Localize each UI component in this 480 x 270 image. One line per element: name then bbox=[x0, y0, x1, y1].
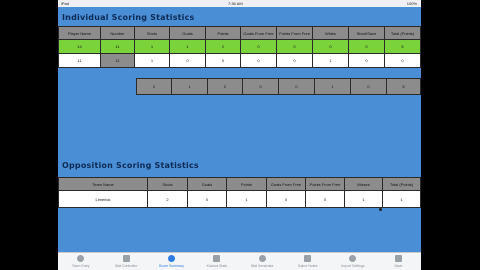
total-cell: 0 bbox=[242, 78, 279, 95]
tab-label: Score Summary bbox=[158, 264, 184, 268]
opposition-stats-table: Team Name Shots Goals Points Goals From Free… bbox=[58, 177, 421, 208]
column-header: Points bbox=[226, 177, 267, 191]
table-cell: 0 bbox=[312, 39, 349, 54]
table-cell: 0 bbox=[348, 53, 385, 68]
table-cell: 14 bbox=[58, 39, 101, 54]
column-header: Points bbox=[205, 26, 241, 40]
column-header: Wides bbox=[312, 26, 349, 40]
tab-label: Team Entry bbox=[71, 264, 90, 268]
table-row[interactable]: Limerick 2 0 1 0 0 1 1 bbox=[58, 190, 421, 208]
individual-stats-table: Player Name Number Shots Goals Points Goals F… bbox=[58, 26, 421, 68]
column-header: Player Name bbox=[58, 26, 101, 40]
controller-icon bbox=[122, 255, 130, 262]
table-cell: 0 bbox=[187, 190, 227, 208]
table-cell: 5 bbox=[384, 39, 421, 54]
table-row[interactable]: 11 11 1 0 0 0 0 1 0 0 bbox=[58, 53, 421, 68]
table-row[interactable]: 14 11 1 1 2 0 0 0 0 5 bbox=[58, 39, 421, 54]
table-cell: 1 bbox=[134, 39, 170, 54]
column-header: Total (Points) bbox=[382, 177, 421, 191]
column-header: Misses bbox=[344, 177, 383, 191]
touch-indicator bbox=[379, 208, 382, 211]
tab-label: Kickout Stats bbox=[206, 264, 228, 268]
column-header: Number bbox=[100, 26, 135, 40]
generator-icon bbox=[258, 255, 266, 262]
column-header: Shots bbox=[134, 26, 170, 40]
table-cell: 0 bbox=[305, 190, 345, 208]
tab-game-notes[interactable]: Game Notes bbox=[285, 253, 330, 270]
tab-team-entry[interactable]: Team Entry bbox=[58, 253, 103, 270]
column-header: Total (Points) bbox=[384, 26, 421, 40]
table-cell: 0 bbox=[169, 53, 206, 68]
table-cell: 0 bbox=[348, 39, 385, 54]
table-cell: 2 bbox=[205, 39, 241, 54]
total-cell: 0 bbox=[350, 78, 387, 95]
column-header: Short/Save bbox=[348, 26, 385, 40]
table-cell: 1 bbox=[312, 53, 349, 68]
table-cell: 1 bbox=[344, 190, 383, 208]
table-cell: 0 bbox=[240, 53, 277, 68]
tab-stat-controller[interactable]: Stat Controller bbox=[103, 253, 148, 270]
total-cell: 1 bbox=[171, 78, 208, 95]
tab-label: Save bbox=[394, 264, 403, 268]
tab-score-summary[interactable]: Score Summary bbox=[149, 253, 194, 270]
column-header: Shots bbox=[147, 177, 188, 191]
table-cell: 11 bbox=[58, 53, 101, 68]
device-label: iPad bbox=[61, 1, 70, 6]
total-cell: 0 bbox=[278, 78, 315, 95]
table-cell: Limerick bbox=[58, 190, 148, 208]
individual-stats-title: Individual Scoring Statistics bbox=[62, 13, 195, 22]
tab-label: Stat Controller bbox=[114, 264, 138, 268]
table-cell: 0 bbox=[384, 53, 421, 68]
table-cell: 11 bbox=[100, 53, 135, 68]
column-header: Goals bbox=[187, 177, 227, 191]
total-cell: 5 bbox=[386, 78, 421, 95]
column-header: Goals From Free bbox=[266, 177, 306, 191]
tab-bar: Team Entry Stat Controller Score Summary Ki… bbox=[58, 252, 421, 270]
save-icon bbox=[394, 255, 402, 262]
settings-icon bbox=[349, 255, 357, 262]
ipad-screen: iPad 7:36 AM 100% Individual Scoring Sta… bbox=[58, 0, 421, 270]
total-cell: 2 bbox=[207, 78, 243, 95]
table-cell: 0 bbox=[266, 190, 306, 208]
column-header: Points From Free bbox=[305, 177, 345, 191]
tab-stat-generator[interactable]: Stat Generator bbox=[240, 253, 285, 270]
table-cell: 1 bbox=[169, 39, 206, 54]
table-cell: 0 bbox=[205, 53, 241, 68]
clock: 7:36 AM bbox=[228, 1, 243, 6]
status-bar: iPad 7:36 AM 100% bbox=[58, 0, 421, 7]
table-cell: 0 bbox=[276, 53, 313, 68]
column-header: Team Name bbox=[58, 177, 148, 191]
total-cell: 1 bbox=[314, 78, 351, 95]
table-cell: 0 bbox=[276, 39, 313, 54]
tab-import-settings[interactable]: Import Settings bbox=[330, 253, 375, 270]
tab-label: Stat Generator bbox=[250, 264, 274, 268]
column-header: Goals bbox=[169, 26, 206, 40]
team-icon bbox=[77, 255, 85, 262]
opposition-stats-title: Opposition Scoring Statistics bbox=[62, 161, 199, 170]
tab-label: Game Notes bbox=[297, 264, 318, 268]
tab-save[interactable]: Save bbox=[376, 253, 421, 270]
individual-totals-table: 21200105 bbox=[136, 78, 421, 95]
totals-row: 21200105 bbox=[136, 78, 421, 95]
score-icon bbox=[167, 255, 175, 262]
table-cell: 11 bbox=[100, 39, 135, 54]
tab-kickout-stats[interactable]: Kickout Stats bbox=[194, 253, 239, 270]
table-cell: 0 bbox=[240, 39, 277, 54]
table-cell: 1 bbox=[382, 190, 421, 208]
table-cell: 1 bbox=[226, 190, 267, 208]
battery-level: 100% bbox=[406, 1, 417, 6]
table-cell: 1 bbox=[134, 53, 170, 68]
column-header: Goals From Free bbox=[240, 26, 277, 40]
total-cell: 2 bbox=[136, 78, 172, 95]
tab-label: Import Settings bbox=[341, 264, 365, 268]
table-cell: 2 bbox=[147, 190, 188, 208]
kickout-icon bbox=[213, 255, 221, 262]
column-header: Points From Free bbox=[276, 26, 313, 40]
notes-icon bbox=[304, 255, 312, 262]
